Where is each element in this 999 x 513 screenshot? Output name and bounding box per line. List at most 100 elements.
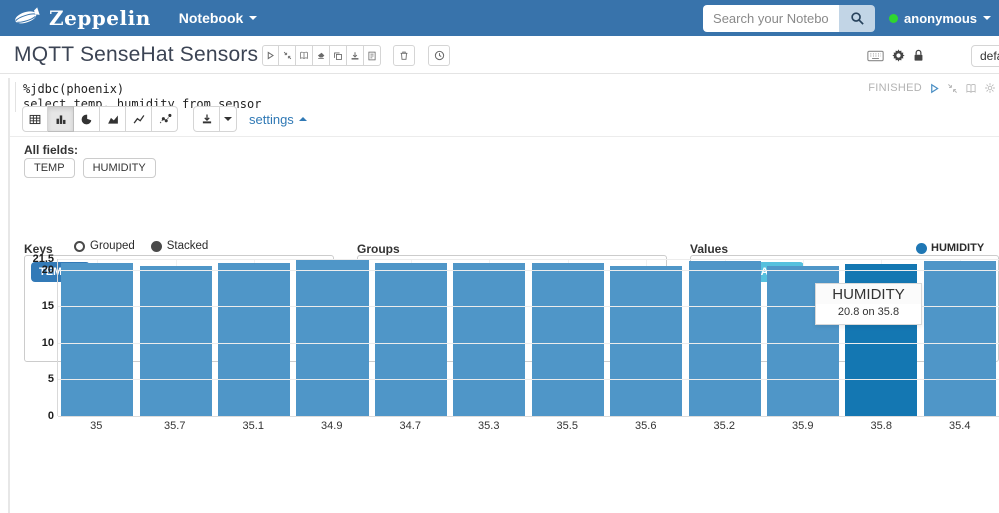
interpreter-binding-button[interactable]: default xyxy=(971,45,999,67)
mode-radio-grouped[interactable]: Grouped xyxy=(74,240,135,252)
legend-label: HUMIDITY xyxy=(931,242,984,254)
y-tick-label: 15 xyxy=(24,300,54,312)
bar-35.6[interactable] xyxy=(610,266,682,416)
settings-label: settings xyxy=(249,112,294,127)
download-icon xyxy=(201,113,213,125)
field-chip-humidity[interactable]: HUMIDITY xyxy=(83,158,156,178)
export-icon xyxy=(350,51,360,61)
code-line: %jdbc(phoenix) xyxy=(23,82,261,97)
download-button-group xyxy=(193,106,237,132)
interpreter-label: default xyxy=(980,49,999,63)
scheduler-button[interactable] xyxy=(428,45,450,66)
brand-name: Zeppelin xyxy=(49,6,151,30)
x-tick-label: 35.3 xyxy=(450,420,529,432)
note-header-right xyxy=(867,49,924,62)
bar-slot xyxy=(607,259,685,416)
bar-34.7[interactable] xyxy=(375,263,447,416)
gear-icon[interactable] xyxy=(984,82,996,94)
top-navbar: Zeppelin Notebook anonymous xyxy=(0,0,999,36)
notebook-menu[interactable]: Notebook xyxy=(179,10,258,26)
search-button[interactable] xyxy=(839,5,875,32)
play-icon[interactable] xyxy=(929,83,940,94)
area-chart-icon xyxy=(106,113,120,126)
y-tick-label: 20 xyxy=(24,264,54,276)
chart-tooltip: HUMIDITY 20.8 on 35.8 xyxy=(815,283,922,325)
visualization-toolbar: settings xyxy=(22,106,307,132)
clock-icon xyxy=(434,50,445,61)
bar-chart-icon xyxy=(54,113,68,126)
remove-note-button[interactable] xyxy=(393,45,415,66)
radio-icon xyxy=(151,241,162,252)
settings-toggle[interactable]: settings xyxy=(249,112,307,127)
mode-radio-label: Stacked xyxy=(167,240,209,252)
x-tick-label: 35.9 xyxy=(764,420,843,432)
tab-scatter-chart[interactable] xyxy=(152,106,178,132)
search-input[interactable] xyxy=(703,5,839,32)
bar-35.3[interactable] xyxy=(453,263,525,416)
scatter-chart-icon xyxy=(158,113,172,126)
show-code-icon[interactable] xyxy=(965,83,977,94)
chevron-down-icon xyxy=(983,16,991,20)
download-data-button[interactable] xyxy=(193,106,220,132)
zeppelin-logo-icon xyxy=(12,7,42,29)
tab-pie-chart[interactable] xyxy=(74,106,100,132)
bar-35[interactable] xyxy=(61,263,133,416)
pie-chart-icon xyxy=(80,113,93,126)
show-code-button[interactable] xyxy=(296,45,313,66)
bar-slot xyxy=(450,259,528,416)
bar-35.2[interactable] xyxy=(689,261,761,416)
keyboard-icon[interactable] xyxy=(867,50,884,62)
export-note-button[interactable] xyxy=(347,45,364,66)
tab-line-chart[interactable] xyxy=(126,106,152,132)
bar-35.7[interactable] xyxy=(140,266,212,416)
x-tick-label: 34.9 xyxy=(293,420,372,432)
show-code-icon xyxy=(299,51,309,60)
tab-bar-chart[interactable] xyxy=(48,106,74,132)
bar-slot xyxy=(58,259,136,416)
bar-35.1[interactable] xyxy=(218,263,290,416)
x-tick-label: 35.6 xyxy=(607,420,686,432)
import-note-button[interactable] xyxy=(364,45,381,66)
chart-type-tabs xyxy=(22,106,178,132)
tab-table[interactable] xyxy=(22,106,48,132)
note-header: MQTT SenseHat Sensors xyxy=(0,36,999,74)
bar-slot xyxy=(215,259,293,416)
x-tick-label: 34.7 xyxy=(371,420,450,432)
search-icon xyxy=(850,11,865,26)
download-options-button[interactable] xyxy=(220,106,237,132)
user-menu[interactable]: anonymous xyxy=(889,11,991,26)
chevron-down-icon xyxy=(249,16,257,20)
bar-slot xyxy=(372,259,450,416)
lock-icon[interactable] xyxy=(913,49,924,62)
collapse-icon[interactable] xyxy=(947,83,958,94)
collapse-icon xyxy=(283,51,292,60)
chevron-up-icon xyxy=(299,117,307,121)
chart-legend[interactable]: HUMIDITY xyxy=(916,242,984,254)
collapse-paragraphs-button[interactable] xyxy=(279,45,296,66)
bar-slot xyxy=(529,259,607,416)
paragraph-status-row: FINISHED xyxy=(868,82,996,94)
bar-slot xyxy=(685,259,763,416)
mode-radio-stacked[interactable]: Stacked xyxy=(151,240,209,252)
run-all-button[interactable] xyxy=(262,45,279,66)
clone-note-button[interactable] xyxy=(330,45,347,66)
bar-slot xyxy=(136,259,214,416)
bar-35.5[interactable] xyxy=(532,263,604,416)
user-status-dot xyxy=(889,14,898,23)
x-axis: 3535.735.134.934.735.335.535.635.235.935… xyxy=(57,420,999,432)
note-title[interactable]: MQTT SenseHat Sensors xyxy=(14,43,258,67)
zeppelin-brand[interactable]: Zeppelin xyxy=(0,6,151,30)
available-fields: TEMP HUMIDITY xyxy=(24,158,156,178)
field-chip-temp[interactable]: TEMP xyxy=(24,158,75,178)
legend-dot-icon xyxy=(916,243,927,254)
bar-34.9[interactable] xyxy=(296,259,368,416)
bar-chart: GroupedStacked HUMIDITY 0510152021.5 353… xyxy=(0,237,999,513)
bar-35.4[interactable] xyxy=(924,261,996,416)
tab-area-chart[interactable] xyxy=(100,106,126,132)
tooltip-value: 20.8 on 35.8 xyxy=(816,304,921,324)
y-tick-label: 5 xyxy=(24,373,54,385)
clear-output-button[interactable] xyxy=(313,45,330,66)
note-toolbar xyxy=(262,45,381,66)
gear-icon[interactable] xyxy=(892,49,905,62)
y-tick-label: 10 xyxy=(24,337,54,349)
